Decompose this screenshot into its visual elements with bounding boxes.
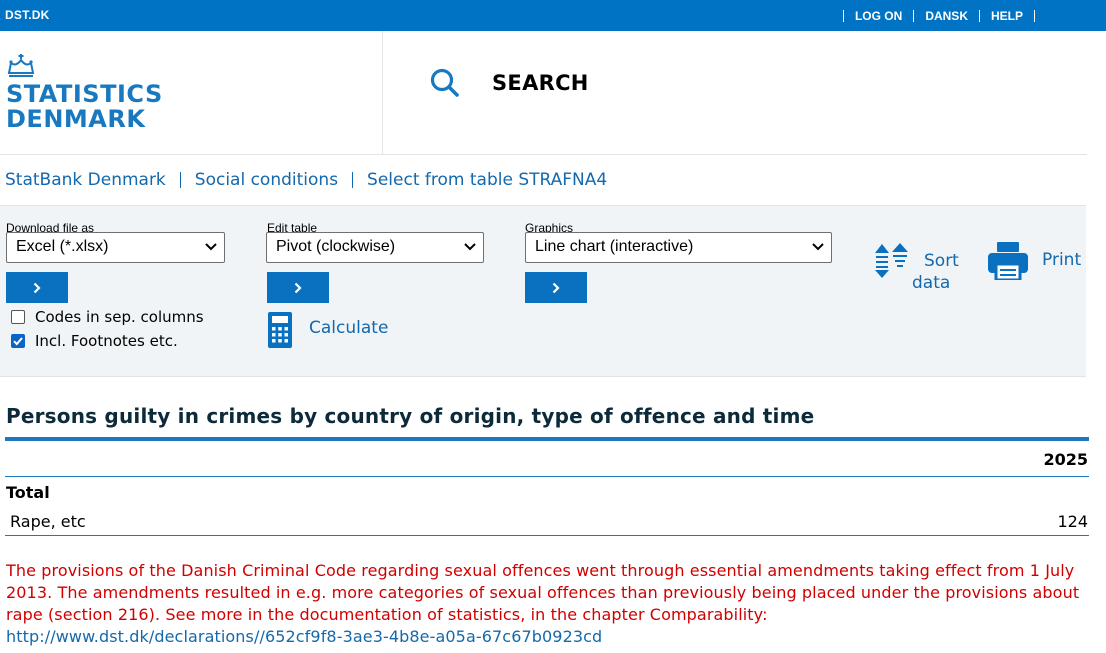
top-bar: DST.DK LOG ON DANSK HELP xyxy=(0,0,1106,31)
incl-footnotes-label: Incl. Footnotes etc. xyxy=(35,332,178,350)
row-label-rape: Rape, etc xyxy=(10,512,86,531)
footnote: The provisions of the Danish Criminal Co… xyxy=(6,560,1096,648)
calculator-icon[interactable] xyxy=(267,312,293,348)
checkmark-icon xyxy=(13,337,23,346)
logo-line-2: DENMARK xyxy=(6,105,146,133)
download-format-select[interactable]: Excel (*.xlsx) xyxy=(6,232,225,263)
site-header: STATISTICS DENMARK SEARCH xyxy=(0,31,1087,155)
breadcrumb-social-conditions[interactable]: Social conditions xyxy=(195,170,338,190)
printer-icon[interactable] xyxy=(988,242,1028,280)
sort-label-line-2: data xyxy=(912,273,951,293)
breadcrumb-select-table[interactable]: Select from table STRAFNA4 xyxy=(367,170,607,190)
codes-sep-columns-checkbox[interactable]: Codes in sep. columns xyxy=(11,308,204,326)
footnote-documentation-link[interactable]: http://www.dst.dk/declarations//652cf9f8… xyxy=(6,627,602,646)
checkbox-box[interactable] xyxy=(11,310,25,324)
chevron-right-icon xyxy=(33,282,41,293)
chevron-right-icon xyxy=(552,282,560,293)
breadcrumb-statbank[interactable]: StatBank Denmark xyxy=(5,170,166,190)
graphics-go-button[interactable] xyxy=(525,272,587,303)
dst-dk-link[interactable]: DST.DK xyxy=(5,8,50,22)
incl-footnotes-checkbox[interactable]: Incl. Footnotes etc. xyxy=(11,332,178,350)
logo-line-1: STATISTICS xyxy=(6,80,163,108)
row-value-rape: 124 xyxy=(1057,512,1088,531)
checkbox-box-checked[interactable] xyxy=(11,334,25,348)
separator xyxy=(913,10,915,22)
search-icon[interactable] xyxy=(429,67,461,99)
sort-label-line-1: Sort xyxy=(924,251,959,271)
download-go-button[interactable] xyxy=(6,272,68,303)
codes-sep-columns-label: Codes in sep. columns xyxy=(35,308,204,326)
separator xyxy=(179,172,181,188)
table-top-rule xyxy=(5,437,1089,441)
header-divider xyxy=(382,31,383,155)
log-on-link[interactable]: LOG ON xyxy=(855,9,902,23)
row-group-total: Total xyxy=(6,483,50,502)
print-link[interactable]: Print xyxy=(1042,250,1081,270)
chevron-right-icon xyxy=(294,282,302,293)
graphics-select[interactable]: Line chart (interactive) xyxy=(525,232,832,263)
dansk-link[interactable]: DANSK xyxy=(925,9,968,23)
statistics-denmark-logo[interactable]: STATISTICS DENMARK xyxy=(6,53,162,133)
separator xyxy=(978,10,980,22)
graphics-value: Line chart (interactive) xyxy=(535,238,694,255)
table-toolbar: Download file as Excel (*.xlsx) Codes in… xyxy=(0,205,1086,377)
chevron-down-icon xyxy=(812,243,824,251)
calculate-link[interactable]: Calculate xyxy=(309,318,388,338)
edit-table-go-button[interactable] xyxy=(267,272,329,303)
column-header-year: 2025 xyxy=(1043,450,1088,469)
separator xyxy=(842,10,844,22)
edit-table-select[interactable]: Pivot (clockwise) xyxy=(266,232,484,263)
table-bottom-rule xyxy=(5,535,1089,536)
sort-icon[interactable] xyxy=(872,242,910,278)
top-links: LOG ON DANSK HELP xyxy=(832,9,1046,23)
search-label[interactable]: SEARCH xyxy=(492,71,589,95)
help-link[interactable]: HELP xyxy=(991,9,1023,23)
chevron-down-icon xyxy=(464,243,476,251)
breadcrumb: StatBank Denmark Social conditions Selec… xyxy=(5,170,607,190)
separator xyxy=(352,172,354,188)
sort-data-link[interactable]: Sort data xyxy=(912,250,972,294)
footnote-text: The provisions of the Danish Criminal Co… xyxy=(6,561,1080,624)
table-title: Persons guilty in crimes by country of o… xyxy=(6,404,815,428)
download-format-value: Excel (*.xlsx) xyxy=(16,238,109,255)
edit-table-value: Pivot (clockwise) xyxy=(276,238,396,255)
separator xyxy=(1034,10,1035,22)
table-header-rule xyxy=(5,476,1089,477)
crown-icon xyxy=(7,54,35,77)
chevron-down-icon xyxy=(205,243,217,251)
